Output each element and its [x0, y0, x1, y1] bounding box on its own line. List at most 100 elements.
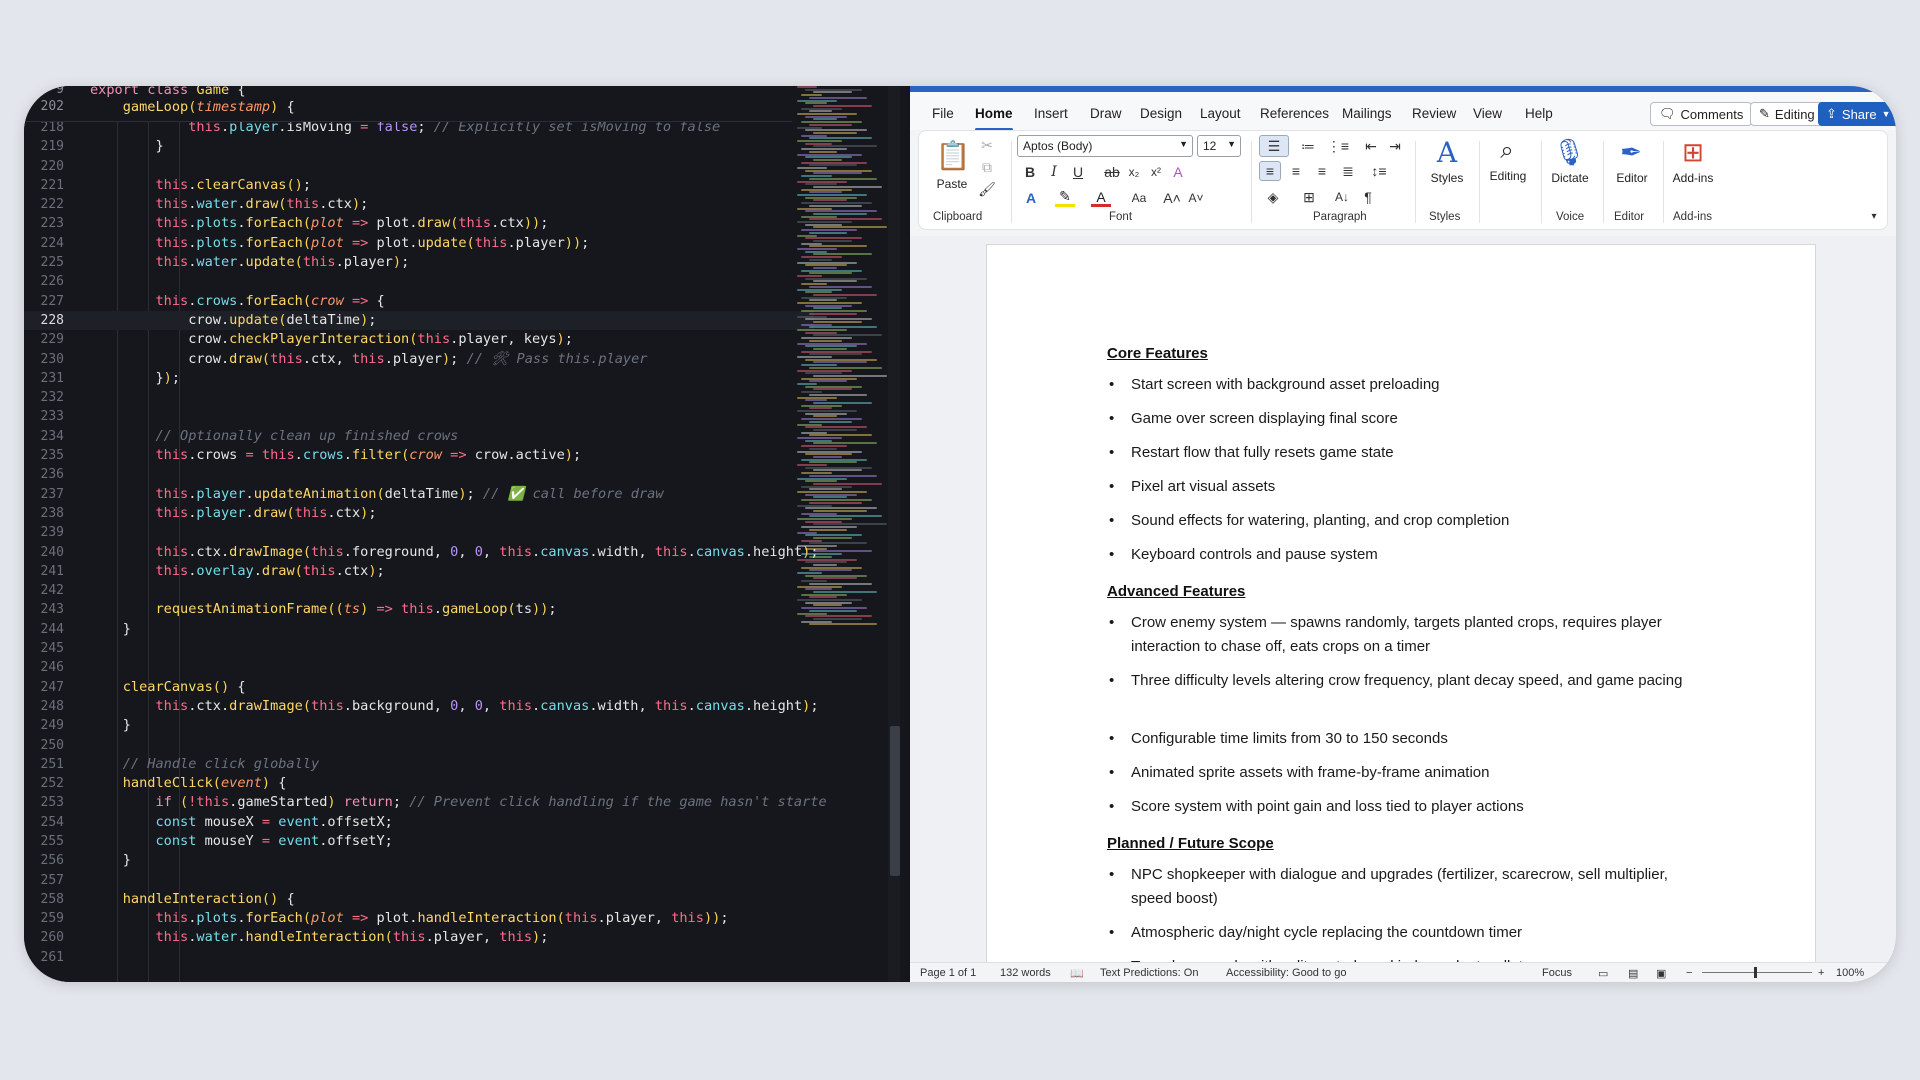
share-button[interactable]: ⇪ Share ▼	[1818, 102, 1896, 126]
code-line[interactable]: 220	[24, 157, 814, 176]
code-line[interactable]: 233	[24, 407, 814, 426]
sticky-line[interactable]: gameLoop(timestamp) {	[90, 99, 295, 115]
line-spacing-icon[interactable]: ↕≡	[1365, 161, 1393, 181]
line-number[interactable]: 248	[24, 697, 64, 716]
line-number[interactable]: 240	[24, 543, 64, 562]
addins-label[interactable]: Add-ins	[1667, 171, 1719, 185]
line-number[interactable]: 233	[24, 407, 64, 426]
code-line[interactable]: 231 });	[24, 369, 814, 388]
code-line[interactable]: 243 requestAnimationFrame((ts) => this.g…	[24, 600, 814, 619]
line-number[interactable]: 223	[24, 214, 64, 233]
code-line[interactable]: 241 this.overlay.draw(this.ctx);	[24, 562, 814, 581]
line-number[interactable]: 232	[24, 388, 64, 407]
document-page[interactable]: Core Features • Start screen with backgrou…	[986, 244, 1816, 982]
sticky-line[interactable]: export class Game {	[90, 86, 246, 98]
editor-label[interactable]: Editor	[1607, 171, 1657, 185]
zoom-out-icon[interactable]: −	[1686, 967, 1692, 979]
line-number[interactable]: 227	[24, 292, 64, 311]
list-item[interactable]: • Crow enemy system — spawns randomly, ta…	[1107, 611, 1707, 659]
line-number[interactable]: 257	[24, 871, 64, 890]
code-line[interactable]: 242	[24, 581, 814, 600]
tab-review[interactable]: Review	[1412, 106, 1456, 121]
code-line[interactable]: 246	[24, 658, 814, 677]
code-line[interactable]: 227 this.crows.forEach(crow => {	[24, 292, 814, 311]
code-line[interactable]: 255 const mouseY = event.offsetY;	[24, 832, 814, 851]
code-line[interactable]: 260 this.water.handleInteraction(this.pl…	[24, 928, 814, 947]
line-number[interactable]: 226	[24, 272, 64, 291]
line-number[interactable]: 253	[24, 793, 64, 812]
list-item[interactable]: • Three difficulty levels altering crow f…	[1107, 669, 1707, 693]
highlight-icon[interactable]: ✎	[1055, 188, 1075, 207]
section-heading[interactable]: Planned / Future Scope	[1107, 835, 1274, 852]
list-item[interactable]: • Game over screen displaying final score	[1107, 407, 1707, 431]
line-number[interactable]: 230	[24, 350, 64, 369]
code-line[interactable]: 236	[24, 465, 814, 484]
code-line[interactable]: 253 if (!this.gameStarted) return; // Pr…	[24, 793, 827, 812]
code-line[interactable]: 259 this.plots.forEach(plot => plot.hand…	[24, 909, 814, 928]
web-layout-icon[interactable]: ▣	[1656, 967, 1666, 980]
comments-button[interactable]: 🗨 Comments	[1650, 102, 1753, 126]
shading-icon[interactable]: ◈	[1259, 187, 1287, 207]
line-number[interactable]: 235	[24, 446, 64, 465]
editor-icon[interactable]: ✒	[1611, 135, 1651, 169]
code-line[interactable]: 235 this.crows = this.crows.filter(crow …	[24, 446, 814, 465]
line-number[interactable]: 260	[24, 928, 64, 947]
code-line[interactable]: 238 this.player.draw(this.ctx);	[24, 504, 814, 523]
line-number[interactable]: 258	[24, 890, 64, 909]
sticky-scroll-header[interactable]: 9 export class Game {202 gameLoop(timesta…	[24, 86, 792, 122]
code-line[interactable]: 222 this.water.draw(this.ctx);	[24, 195, 814, 214]
code-line[interactable]: 257	[24, 871, 814, 890]
zoom-level[interactable]: 100%	[1836, 967, 1864, 979]
line-number[interactable]: 241	[24, 562, 64, 581]
strikethrough-icon[interactable]: ab	[1103, 163, 1121, 181]
line-number[interactable]: 256	[24, 851, 64, 870]
list-item[interactable]: • Pixel art visual assets	[1107, 475, 1707, 499]
paste-icon[interactable]: 📋	[933, 135, 973, 175]
change-case-icon[interactable]: Aa	[1127, 189, 1151, 207]
list-item[interactable]: • Configurable time limits from 30 to 150…	[1107, 727, 1707, 751]
line-number[interactable]: 255	[24, 832, 64, 851]
line-number[interactable]: 259	[24, 909, 64, 928]
code-line[interactable]: 240 this.ctx.drawImage(this.foreground, …	[24, 543, 819, 562]
list-item[interactable]: • Score system with point gain and loss t…	[1107, 795, 1707, 819]
code-editor[interactable]: 218 this.player.isMoving = false; // Exp…	[24, 86, 906, 982]
align-center-icon[interactable]: ≡	[1285, 161, 1307, 181]
code-line[interactable]: 254 const mouseX = event.offsetX;	[24, 813, 814, 832]
line-number[interactable]: 254	[24, 813, 64, 832]
proofing-icon[interactable]: 📖	[1070, 967, 1084, 980]
increase-indent-icon[interactable]: ⇥	[1385, 135, 1405, 157]
tab-layout[interactable]: Layout	[1200, 106, 1241, 121]
focus-button[interactable]: Focus	[1542, 967, 1572, 979]
editor-scrollbar-thumb[interactable]	[890, 726, 900, 876]
line-number[interactable]: 228	[24, 311, 64, 330]
italic-icon[interactable]: I	[1045, 163, 1063, 181]
styles-button-label[interactable]: Styles	[1423, 171, 1471, 185]
line-number[interactable]: 222	[24, 195, 64, 214]
code-line[interactable]: 224 this.plots.forEach(plot => plot.upda…	[24, 234, 814, 253]
code-line[interactable]: 234 // Optionally clean up finished crow…	[24, 427, 814, 446]
bullets-icon[interactable]: ☰	[1259, 135, 1289, 157]
numbering-icon[interactable]: ≔	[1295, 135, 1321, 157]
cut-icon[interactable]: ✂	[979, 137, 995, 153]
line-number[interactable]: 220	[24, 157, 64, 176]
code-line[interactable]: 261	[24, 948, 814, 967]
clear-formatting-icon[interactable]: A	[1169, 163, 1187, 181]
dictate-label[interactable]: Dictate	[1545, 171, 1595, 185]
align-left-icon[interactable]: ≡	[1259, 161, 1281, 181]
current-code-line[interactable]: 228 crow.update(deltaTime);	[24, 310, 814, 331]
line-number[interactable]: 231	[24, 369, 64, 388]
underline-icon[interactable]: U	[1069, 163, 1087, 181]
code-line[interactable]: 249 }	[24, 716, 814, 735]
code-line[interactable]: 232	[24, 388, 814, 407]
styles-icon[interactable]: A	[1427, 135, 1467, 169]
line-number[interactable]: 250	[24, 736, 64, 755]
text-predictions[interactable]: Text Predictions: On	[1100, 967, 1198, 979]
section-heading[interactable]: Core Features	[1107, 345, 1208, 362]
section-heading[interactable]: Advanced Features	[1107, 583, 1245, 600]
addins-icon[interactable]: ⊞	[1673, 135, 1713, 169]
word-count[interactable]: 132 words	[1000, 967, 1051, 979]
code-line[interactable]: 251 // Handle click globally	[24, 755, 814, 774]
list-item[interactable]: • Keyboard controls and pause system	[1107, 543, 1707, 567]
list-item[interactable]: • Atmospheric day/night cycle replacing t…	[1107, 921, 1707, 945]
find-icon[interactable]: ⌕	[1487, 135, 1527, 167]
